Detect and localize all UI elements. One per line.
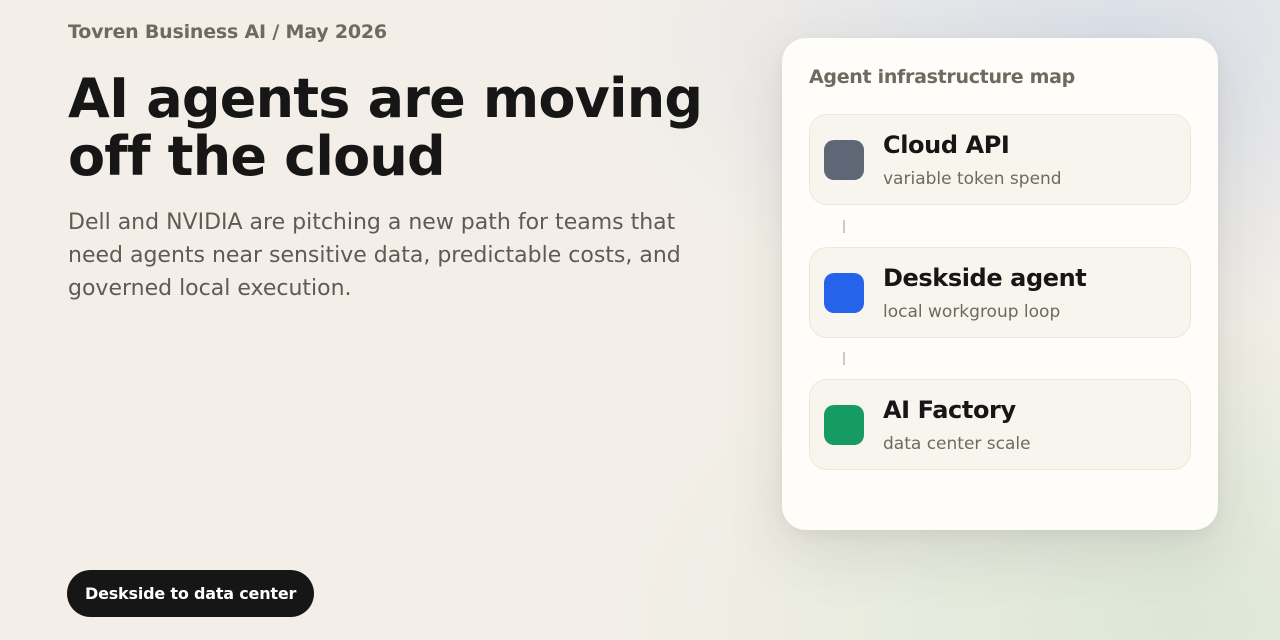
hero-section: Tovren Business AI / May 2026 AI agents … [68,18,728,305]
node-cloud-api: Cloud API variable token spend [809,114,1191,205]
node-subtitle: variable token spend [883,169,1062,189]
node-title: Cloud API [883,131,1010,159]
node-title: AI Factory [883,396,1016,424]
ai-factory-icon [824,405,864,445]
connector-line [843,352,845,365]
map-title: Agent infrastructure map [809,66,1075,88]
kicker: Tovren Business AI / May 2026 [68,21,387,43]
deskside-agent-icon [824,273,864,313]
headline-line-1: AI agents are moving [68,67,703,130]
cloud-api-icon [824,140,864,180]
node-subtitle: data center scale [883,434,1031,454]
connector-line [843,220,845,233]
node-title: Deskside agent [883,264,1087,292]
agent-infrastructure-map-card: Agent infrastructure map Cloud API varia… [782,38,1218,530]
headline-line-2: off the cloud [68,125,446,188]
headline: AI agents are moving off the cloud [68,70,728,186]
deskside-to-data-center-button[interactable]: Deskside to data center [67,570,315,617]
subtitle: Dell and NVIDIA are pitching a new path … [68,210,681,301]
node-ai-factory: AI Factory data center scale [809,379,1191,470]
node-deskside-agent: Deskside agent local workgroup loop [809,247,1191,338]
node-subtitle: local workgroup loop [883,302,1061,322]
